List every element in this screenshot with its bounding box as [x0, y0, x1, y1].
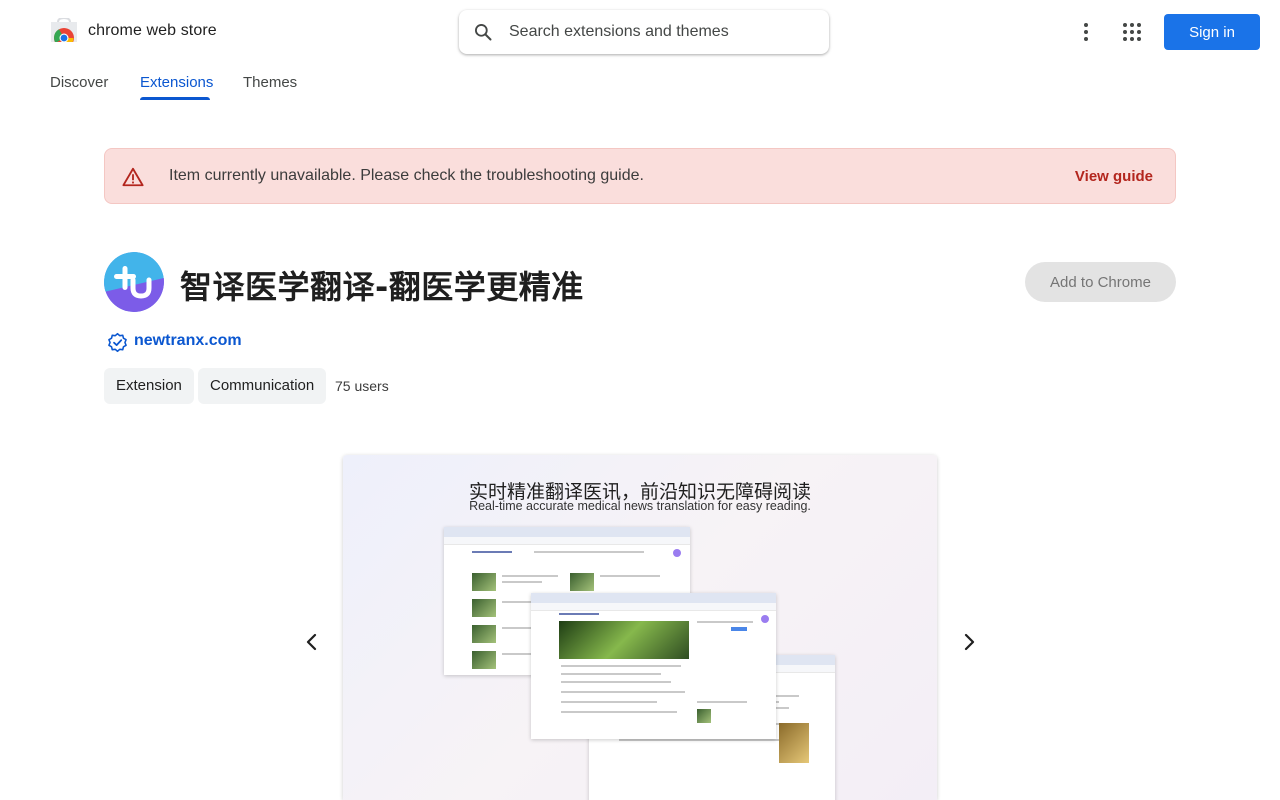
tab-extensions[interactable]: Extensions	[140, 74, 213, 91]
active-tab-indicator	[140, 97, 210, 100]
add-to-chrome-button[interactable]: Add to Chrome	[1025, 262, 1176, 302]
warning-icon	[122, 167, 144, 187]
extension-logo-icon	[104, 252, 164, 312]
screenshot-preview[interactable]: 实时精准翻译医讯，前沿知识无障碍阅读 Real-time accurate me…	[343, 455, 937, 800]
view-guide-link[interactable]: View guide	[1075, 168, 1153, 185]
alert-message: Item currently unavailable. Please check…	[169, 167, 644, 184]
chevron-left-icon[interactable]	[300, 630, 324, 654]
chevron-right-icon[interactable]	[957, 630, 981, 654]
preview-window-front	[531, 593, 776, 739]
chrome-web-store-logo-icon[interactable]	[49, 18, 79, 46]
tab-discover[interactable]: Discover	[50, 74, 108, 91]
search-input[interactable]	[509, 20, 809, 44]
chip-category[interactable]: Communication	[198, 368, 327, 404]
search-icon[interactable]	[473, 22, 493, 42]
brand-name[interactable]: chrome web store	[88, 22, 217, 40]
apps-grid-icon[interactable]	[1120, 20, 1144, 44]
tab-themes[interactable]: Themes	[243, 74, 297, 91]
user-count: 75 users	[335, 378, 389, 394]
screenshot-subtitle: Real-time accurate medical news translat…	[469, 499, 811, 513]
more-vert-icon[interactable]	[1074, 20, 1098, 44]
verified-badge-icon	[108, 332, 127, 353]
unavailable-alert: Item currently unavailable. Please check…	[104, 148, 1176, 204]
extension-title: 智译医学翻译-翻医学更精准	[180, 268, 584, 306]
chip-extension[interactable]: Extension	[104, 368, 194, 404]
top-header: chrome web store Sign in	[0, 0, 1280, 64]
publisher-link[interactable]: newtranx.com	[134, 332, 242, 350]
sign-in-button[interactable]: Sign in	[1164, 14, 1260, 50]
search-box[interactable]	[459, 10, 829, 54]
nav-tabs: Discover Extensions Themes	[0, 64, 1280, 104]
